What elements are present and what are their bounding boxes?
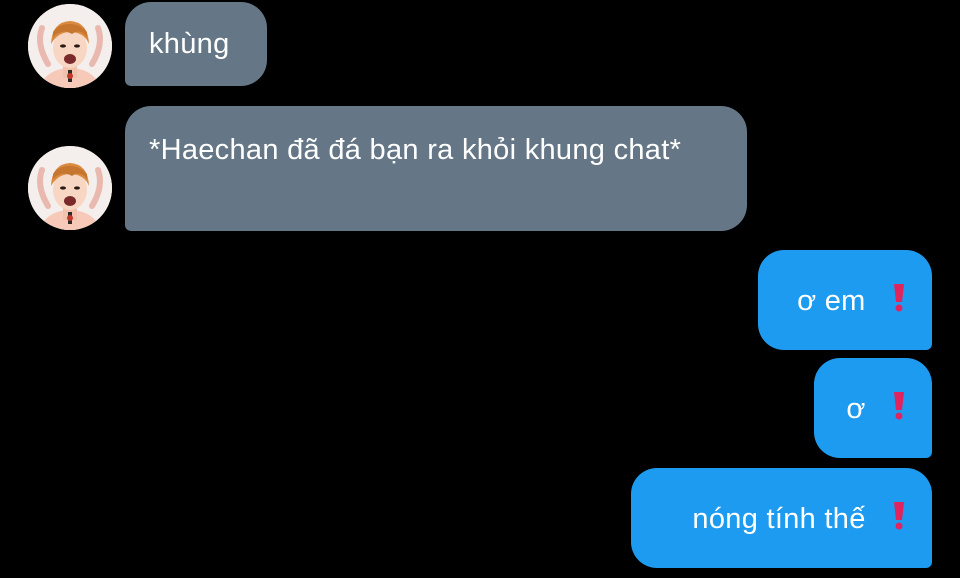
message-bubble-outgoing[interactable]: ơ (814, 358, 932, 458)
avatar-icon (28, 4, 112, 88)
exclamation-icon (890, 390, 908, 430)
exclamation-icon (890, 500, 908, 540)
message-text: *Haechan đã đá bạn ra khỏi khung chat* (149, 134, 682, 166)
message-bubble-incoming[interactable]: khùng (125, 2, 267, 86)
message-bubble-incoming[interactable]: *Haechan đã đá bạn ra khỏi khung chat* (125, 106, 747, 231)
avatar[interactable] (28, 146, 112, 230)
exclamation-icon (890, 282, 908, 322)
message-bubble-outgoing[interactable]: nóng tính thế (631, 468, 932, 568)
message-bubble-outgoing[interactable]: ơ em (758, 250, 932, 350)
message-text: khùng (149, 28, 230, 60)
avatar[interactable] (28, 4, 112, 88)
avatar-icon (28, 146, 112, 230)
message-text: nóng tính thế (692, 503, 866, 535)
message-text: ơ em (797, 285, 866, 317)
message-text: ơ (846, 393, 866, 425)
